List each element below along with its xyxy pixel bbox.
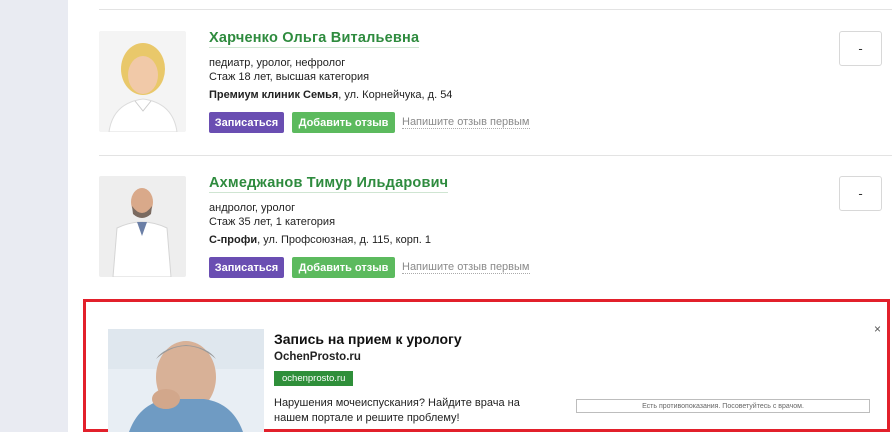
- doctor-clinic-address: С-профи, ул. Профсоюзная, д. 115, корп. …: [209, 234, 431, 246]
- ad-banner[interactable]: Запись на прием к урологу OchenProsto.ru…: [83, 299, 890, 432]
- add-review-button[interactable]: Добавить отзыв: [292, 112, 395, 133]
- book-button[interactable]: Записаться: [209, 112, 284, 133]
- write-first-review-link[interactable]: Напишите отзыв первым: [402, 116, 530, 129]
- ad-warning: Есть противопоказания. Посоветуйтесь с в…: [576, 399, 870, 413]
- doctor-specialties: педиатр, уролог, нефролог: [209, 57, 346, 69]
- ad-title[interactable]: Запись на прием к урологу: [274, 331, 462, 347]
- doctor-specialties: андролог, уролог: [209, 202, 296, 214]
- clinic-name[interactable]: Премиум клиник Семья: [209, 89, 338, 101]
- book-button[interactable]: Записаться: [209, 257, 284, 278]
- doctor-experience: Стаж 35 лет, 1 категория: [209, 216, 336, 228]
- divider: [99, 155, 892, 156]
- ad-domain[interactable]: OchenProsto.ru: [274, 351, 361, 363]
- close-icon[interactable]: ×: [874, 322, 881, 336]
- clinic-address: , ул. Корнейчука, д. 54: [338, 89, 453, 101]
- ad-text: Нарушения мочеиспускания? Найдите врача …: [274, 397, 520, 424]
- clinic-name[interactable]: С-профи: [209, 234, 257, 246]
- doctor-experience: Стаж 18 лет, высшая категория: [209, 71, 370, 83]
- write-first-review-link[interactable]: Напишите отзыв первым: [402, 261, 530, 274]
- ad-image[interactable]: [108, 329, 264, 432]
- divider: [99, 9, 892, 10]
- doctor-clinic-address: Премиум клиник Семья, ул. Корнейчука, д.…: [209, 89, 452, 101]
- add-review-button[interactable]: Добавить отзыв: [292, 257, 395, 278]
- doctor-photo[interactable]: [99, 31, 186, 132]
- ad-domain-badge[interactable]: ochenprosto.ru: [274, 371, 354, 386]
- doctor-photo[interactable]: [99, 176, 186, 277]
- doctor-name[interactable]: Харченко Ольга Витальевна: [209, 30, 420, 48]
- collapse-button[interactable]: -: [839, 176, 882, 211]
- collapse-button[interactable]: -: [839, 31, 882, 66]
- clinic-address: , ул. Профсоюзная, д. 115, корп. 1: [257, 234, 432, 246]
- doctor-name[interactable]: Ахмеджанов Тимур Ильдарович: [209, 175, 449, 193]
